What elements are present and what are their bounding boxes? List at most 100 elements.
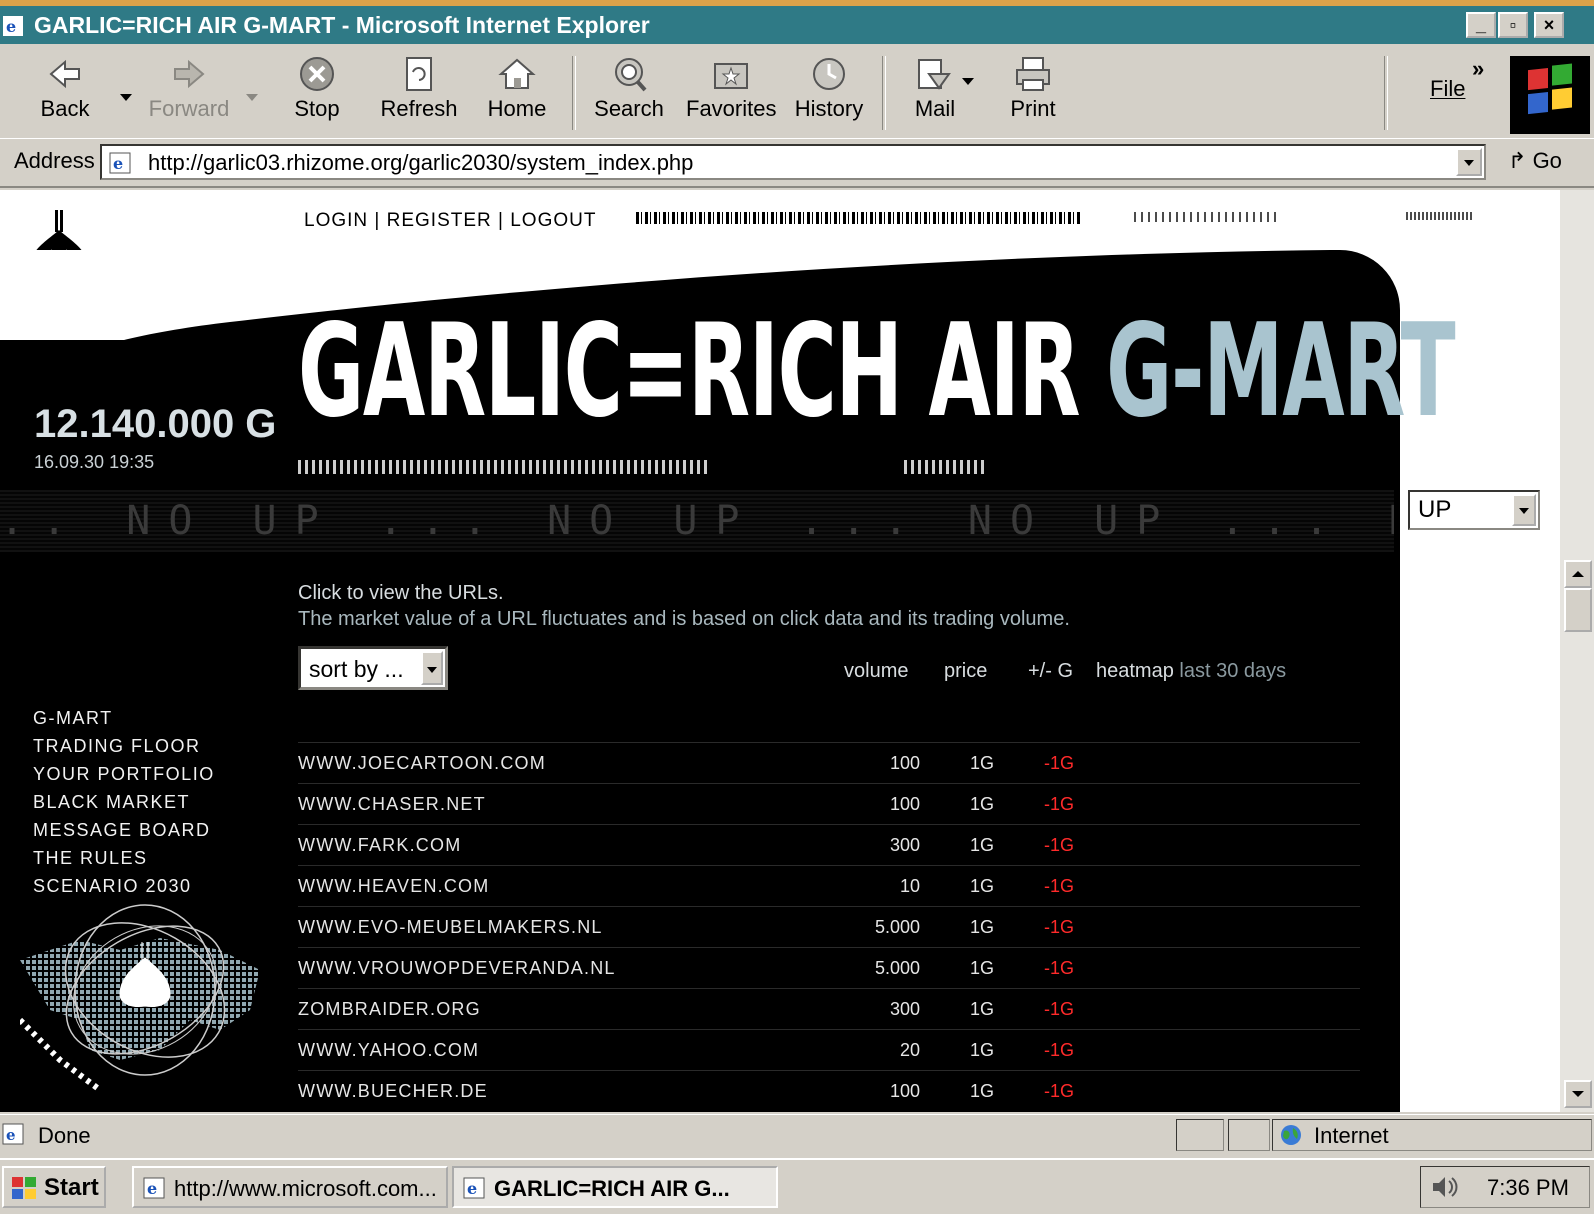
braille-decoration bbox=[1406, 212, 1472, 220]
forward-button[interactable]: Forward bbox=[144, 54, 234, 134]
volume-cell: 20 bbox=[899, 1040, 920, 1060]
url-link[interactable]: WWW.JOECARTOON.COM bbox=[298, 753, 546, 774]
url-link[interactable]: WWW.HEAVEN.COM bbox=[298, 876, 489, 897]
price-cell: 1G bbox=[970, 753, 995, 773]
task-button-garlic[interactable]: e GARLIC=RICH AIR G... bbox=[452, 1166, 778, 1208]
column-header-price[interactable]: price bbox=[944, 660, 987, 683]
ie-icon: e bbox=[3, 16, 23, 36]
address-dropdown-button[interactable] bbox=[1456, 148, 1482, 176]
ie-icon: e bbox=[143, 1177, 165, 1199]
mail-dropdown-icon[interactable] bbox=[962, 78, 974, 85]
table-row[interactable]: WWW.FARK.COM 300 1G -1G bbox=[298, 824, 1360, 865]
toolbar-separator bbox=[572, 56, 576, 130]
barcode-decoration bbox=[636, 212, 1082, 224]
back-dropdown-icon[interactable] bbox=[120, 94, 132, 101]
scroll-down-button[interactable] bbox=[1564, 1080, 1592, 1108]
zone-label: Internet bbox=[1314, 1123, 1389, 1148]
table-row[interactable]: ZOMBRAIDER.ORG 300 1G -1G bbox=[298, 988, 1360, 1029]
change-cell: -1G bbox=[1044, 917, 1075, 937]
favorites-button[interactable]: Favorites bbox=[686, 54, 776, 134]
table-row[interactable]: WWW.CHASER.NET 100 1G -1G bbox=[298, 783, 1360, 824]
close-button[interactable]: × bbox=[1534, 12, 1564, 38]
table-row[interactable]: WWW.EVO-MEUBELMAKERS.NL 5.000 1G -1G bbox=[298, 906, 1360, 947]
print-button[interactable]: Print bbox=[988, 54, 1078, 134]
price-cell: 1G bbox=[970, 917, 995, 937]
stop-button[interactable]: Stop bbox=[272, 54, 362, 134]
title-bar[interactable]: e GARLIC=RICH AIR G-MART - Microsoft Int… bbox=[0, 6, 1594, 44]
restore-button[interactable]: ▫ bbox=[1498, 12, 1528, 38]
clock[interactable]: 7:36 PM bbox=[1487, 1175, 1569, 1201]
toolbar-separator bbox=[882, 56, 886, 130]
change-cell: -1G bbox=[1044, 835, 1075, 855]
volume-cell: 300 bbox=[889, 835, 920, 855]
task-button-microsoft[interactable]: e http://www.microsoft.com... bbox=[132, 1166, 448, 1208]
go-button[interactable]: ↱ Go bbox=[1508, 148, 1562, 174]
up-select[interactable]: UP bbox=[1408, 490, 1540, 530]
go-arrow-icon: ↱ bbox=[1508, 148, 1527, 173]
price-cell: 1G bbox=[970, 1040, 995, 1060]
volume-cell: 100 bbox=[889, 753, 920, 773]
url-link[interactable]: WWW.FARK.COM bbox=[298, 835, 461, 856]
up-select-dropdown-button[interactable] bbox=[1512, 494, 1536, 526]
address-input[interactable]: e http://garlic03.rhizome.org/garlic2030… bbox=[100, 144, 1486, 180]
menu-item-message-board[interactable]: MESSAGE BOARD bbox=[33, 816, 215, 844]
scroll-up-button[interactable] bbox=[1564, 560, 1592, 588]
url-link[interactable]: ZOMBRAIDER.ORG bbox=[298, 999, 481, 1020]
start-label: Start bbox=[44, 1174, 99, 1201]
side-menu: G-MART TRADING FLOOR YOUR PORTFOLIO BLAC… bbox=[33, 704, 215, 900]
url-link[interactable]: WWW.CHASER.NET bbox=[298, 794, 486, 815]
table-row[interactable]: WWW.BUECHER.DE 100 1G -1G bbox=[298, 1070, 1360, 1111]
minimize-button[interactable]: _ bbox=[1466, 12, 1496, 38]
home-label: Home bbox=[487, 96, 547, 121]
vertical-scrollbar[interactable] bbox=[1560, 190, 1594, 1112]
table-row[interactable]: WWW.YAHOO.COM 20 1G -1G bbox=[298, 1029, 1360, 1070]
svg-text:e: e bbox=[113, 154, 123, 173]
url-link[interactable]: WWW.YAHOO.COM bbox=[298, 1040, 479, 1061]
table-row[interactable]: WWW.HEAVEN.COM 10 1G -1G bbox=[298, 865, 1360, 906]
sort-select[interactable]: sort by ... bbox=[298, 646, 448, 690]
url-link[interactable]: WWW.EVO-MEUBELMAKERS.NL bbox=[298, 917, 603, 938]
column-header-volume[interactable]: volume bbox=[844, 660, 908, 683]
column-header-heatmap: heatmap last 30 days bbox=[1096, 660, 1286, 683]
volume-cell: 10 bbox=[899, 876, 920, 896]
back-button[interactable]: Back bbox=[20, 54, 110, 134]
table-row[interactable]: WWW.JOECARTOON.COM 100 1G -1G bbox=[298, 742, 1360, 783]
search-button[interactable]: Search bbox=[584, 54, 674, 134]
print-label: Print bbox=[1010, 96, 1056, 121]
menu-item-scenario-2030[interactable]: SCENARIO 2030 bbox=[33, 872, 215, 900]
chevron-icon[interactable]: » bbox=[1472, 56, 1484, 82]
heatmap-sublabel: last 30 days bbox=[1179, 660, 1287, 682]
refresh-button[interactable]: Refresh bbox=[374, 54, 464, 134]
file-menu[interactable]: File bbox=[1430, 76, 1465, 102]
menu-item-black-market[interactable]: BLACK MARKET bbox=[33, 788, 215, 816]
sort-dropdown-button[interactable] bbox=[421, 651, 443, 685]
history-label: History bbox=[794, 96, 864, 121]
heatmap-label: heatmap bbox=[1096, 660, 1174, 682]
mail-button[interactable]: Mail bbox=[890, 54, 980, 134]
start-button[interactable]: Start bbox=[2, 1166, 106, 1208]
column-header-change[interactable]: +/- G bbox=[1028, 660, 1073, 683]
menu-item-the-rules[interactable]: THE RULES bbox=[33, 844, 215, 872]
home-button[interactable]: Home bbox=[472, 54, 562, 134]
url-link[interactable]: WWW.BUECHER.DE bbox=[298, 1081, 488, 1102]
menu-item-gmart[interactable]: G-MART bbox=[33, 704, 215, 732]
url-link[interactable]: WWW.VROUWOPDEVERANDA.NL bbox=[298, 958, 616, 979]
price-cell: 1G bbox=[970, 794, 995, 814]
history-button[interactable]: History bbox=[784, 54, 874, 134]
price-cell: 1G bbox=[970, 835, 995, 855]
scroll-thumb[interactable] bbox=[1564, 588, 1592, 632]
forward-dropdown-icon[interactable] bbox=[246, 94, 258, 101]
globe-garlic-graphic bbox=[20, 904, 260, 1093]
table-row[interactable]: WWW.VROUWOPDEVERANDA.NL 5.000 1G -1G bbox=[298, 947, 1360, 988]
status-bar: e Done Internet bbox=[0, 1114, 1594, 1155]
volume-icon[interactable] bbox=[1431, 1175, 1461, 1199]
volume-cell: 100 bbox=[889, 1081, 920, 1101]
info-line-2: The market value of a URL fluctuates and… bbox=[298, 608, 1070, 630]
go-label: Go bbox=[1532, 148, 1562, 173]
menu-item-trading-floor[interactable]: TRADING FLOOR bbox=[33, 732, 215, 760]
close-icon: × bbox=[1543, 15, 1555, 35]
menu-item-your-portfolio[interactable]: YOUR PORTFOLIO bbox=[33, 760, 215, 788]
up-select-value: UP bbox=[1418, 496, 1452, 523]
auth-links[interactable]: LOGIN | REGISTER | LOGOUT bbox=[304, 210, 596, 232]
minimize-icon: _ bbox=[1475, 15, 1486, 35]
